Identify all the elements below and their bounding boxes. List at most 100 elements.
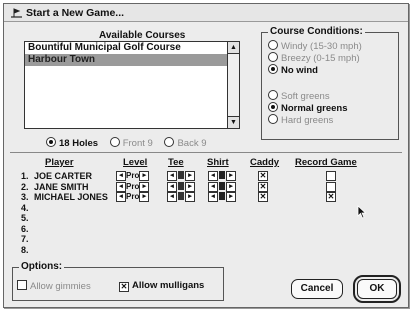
record-game-checkbox[interactable]: ✕ (326, 192, 336, 202)
radio-icon (268, 90, 278, 100)
increment-icon[interactable]: ▸ (185, 171, 195, 181)
player-number: 3. (21, 192, 29, 202)
shirt-color-swatch (219, 192, 225, 200)
checkbox-icon (17, 280, 27, 290)
title-bar[interactable]: Start a New Game... (4, 4, 408, 22)
decrement-icon[interactable]: ◂ (116, 192, 126, 202)
conditions-heading: Course Conditions: (268, 26, 365, 37)
increment-icon[interactable]: ▸ (139, 181, 150, 192)
level-value: Pro (126, 181, 140, 191)
course-list[interactable]: Bountiful Municipal Golf Course Harbour … (24, 41, 240, 129)
player-name[interactable]: JOE CARTER (34, 171, 92, 181)
player-number: 2. (21, 181, 29, 192)
col-shirt: Shirt (207, 157, 229, 168)
radio-icon (46, 137, 56, 147)
level-stepper[interactable]: ◂ Pro ▸ (116, 181, 150, 192)
cancel-button[interactable]: Cancel (291, 279, 343, 299)
shirt-selector[interactable]: ◂ ▸ (208, 171, 236, 181)
courses-heading: Available Courses (99, 30, 186, 41)
shirt-selector[interactable]: ◂ ▸ (208, 192, 236, 202)
options-group: Options: Allow gimmies ✕ Allow mulligans (12, 261, 224, 301)
player-number: 6. (21, 223, 29, 234)
radio-icon (268, 52, 278, 62)
allow-mulligans-checkbox[interactable]: ✕ Allow mulligans (119, 280, 204, 292)
decrement-icon[interactable]: ◂ (116, 181, 126, 192)
wind-windy-radio[interactable]: Windy (15-30 mph) (268, 40, 362, 52)
course-conditions-group: Course Conditions: Windy (15-30 mph) Bre… (261, 26, 399, 140)
player-number: 1. (21, 171, 29, 181)
player-name[interactable]: JANE SMITH (34, 182, 89, 192)
increment-icon[interactable]: ▸ (226, 181, 236, 192)
tee-color-swatch (178, 181, 184, 190)
wind-breezy-radio[interactable]: Breezy (0-15 mph) (268, 52, 360, 64)
scroll-up-arrow-icon[interactable]: ▲ (228, 42, 239, 54)
player-number: 5. (21, 213, 29, 223)
golf-app-icon (11, 8, 22, 18)
decrement-icon[interactable]: ◂ (116, 171, 126, 181)
col-level: Level (123, 157, 148, 168)
radio-icon (268, 102, 278, 112)
decrement-icon[interactable]: ◂ (167, 171, 177, 181)
increment-icon[interactable]: ▸ (139, 192, 150, 202)
caddy-checkbox[interactable]: ✕ (258, 171, 268, 181)
course-list-scrollbar[interactable]: ▲ ▼ (227, 42, 239, 128)
tee-selector[interactable]: ◂ ▸ (167, 171, 195, 181)
decrement-icon[interactable]: ◂ (208, 181, 218, 192)
course-item-selected[interactable]: Harbour Town (25, 54, 239, 66)
divider (10, 152, 402, 153)
caddy-checkbox[interactable]: ✕ (258, 181, 268, 192)
increment-icon[interactable]: ▸ (139, 171, 150, 181)
decrement-icon[interactable]: ◂ (167, 192, 177, 202)
allow-gimmies-checkbox[interactable]: Allow gimmies (17, 280, 91, 292)
new-game-dialog: Start a New Game... Available Courses Bo… (3, 3, 409, 308)
shirt-color-swatch (219, 181, 225, 190)
record-game-checkbox[interactable] (326, 171, 336, 181)
tee-color-swatch (178, 171, 184, 179)
col-record-game: Record Game (295, 157, 357, 168)
radio-icon (109, 137, 120, 147)
player-number: 7. (21, 234, 29, 244)
level-stepper[interactable]: ◂ Pro ▸ (116, 192, 150, 202)
tee-color-swatch (178, 192, 184, 200)
col-caddy: Caddy (250, 157, 280, 168)
decrement-icon[interactable]: ◂ (167, 181, 177, 192)
level-value: Pro (126, 171, 140, 180)
shirt-color-swatch (219, 171, 225, 179)
caddy-checkbox[interactable]: ✕ (258, 192, 268, 202)
increment-icon[interactable]: ▸ (185, 181, 195, 192)
increment-icon[interactable]: ▸ (226, 192, 236, 202)
holes-back9-radio[interactable]: Back 9 (164, 137, 207, 149)
checkbox-checked-icon: ✕ (119, 282, 129, 292)
holes-18-radio[interactable]: 18 Holes (46, 137, 98, 149)
window-title: Start a New Game... (26, 7, 125, 19)
greens-hard-radio[interactable]: Hard greens (268, 114, 333, 126)
radio-icon (268, 114, 278, 124)
scroll-down-arrow-icon[interactable]: ▼ (228, 116, 239, 128)
course-item[interactable]: Bountiful Municipal Golf Course (25, 42, 239, 54)
increment-icon[interactable]: ▸ (185, 192, 195, 202)
player-number: 4. (21, 202, 29, 213)
options-heading: Options: (19, 261, 65, 272)
holes-front9-radio[interactable]: Front 9 (109, 137, 153, 149)
mouse-pointer-icon (357, 205, 367, 219)
tee-selector[interactable]: ◂ ▸ (167, 181, 195, 192)
ok-button[interactable]: OK (353, 275, 401, 303)
greens-soft-radio[interactable]: Soft greens (268, 90, 330, 102)
decrement-icon[interactable]: ◂ (208, 171, 218, 181)
col-player: Player (45, 157, 74, 168)
decrement-icon[interactable]: ◂ (208, 192, 218, 202)
record-game-checkbox[interactable] (326, 181, 336, 192)
increment-icon[interactable]: ▸ (226, 171, 236, 181)
radio-icon (268, 64, 278, 74)
player-name[interactable]: MICHAEL JONES (34, 192, 108, 202)
shirt-selector[interactable]: ◂ ▸ (208, 181, 236, 192)
col-tee: Tee (168, 157, 184, 168)
radio-icon (268, 40, 278, 50)
level-stepper[interactable]: ◂ Pro ▸ (116, 171, 150, 181)
wind-none-radio[interactable]: No wind (268, 64, 318, 76)
holes-selector: 18 Holes Front 9 Back 9 (46, 137, 216, 149)
level-value: Pro (126, 192, 140, 201)
greens-normal-radio[interactable]: Normal greens (268, 102, 348, 114)
tee-selector[interactable]: ◂ ▸ (167, 192, 195, 202)
radio-icon (164, 137, 175, 147)
